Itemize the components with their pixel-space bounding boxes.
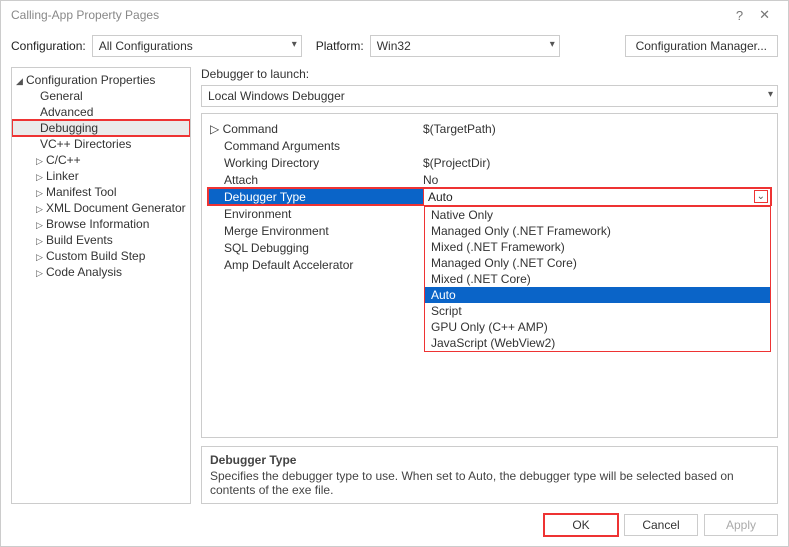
tree-item-xml-document-generator[interactable]: ▷XML Document Generator xyxy=(12,200,190,216)
description-title: Debugger Type xyxy=(210,453,769,467)
debugger-type-dropdown[interactable]: Native OnlyManaged Only (.NET Framework)… xyxy=(424,206,771,352)
prop-value: No xyxy=(423,173,771,187)
expand-icon[interactable]: ▷ xyxy=(36,252,46,263)
expand-icon[interactable]: ▷ xyxy=(36,220,46,231)
tree-root[interactable]: ◢Configuration Properties xyxy=(12,72,190,88)
platform-combo[interactable]: Win32 ▾ xyxy=(370,35,560,57)
expand-icon[interactable]: ▷ xyxy=(36,172,46,183)
platform-label: Platform: xyxy=(316,39,364,53)
prop-name: Working Directory xyxy=(208,156,423,170)
prop-name: Merge Environment xyxy=(208,224,423,238)
dropdown-option[interactable]: Native Only xyxy=(425,207,770,223)
prop-row-debugger-type[interactable]: Debugger TypeAuto⌄ xyxy=(208,188,771,205)
dropdown-option[interactable]: Mixed (.NET Core) xyxy=(425,271,770,287)
titlebar: Calling-App Property Pages ? ✕ xyxy=(1,1,788,29)
chevron-down-icon[interactable]: ⌄ xyxy=(754,190,768,203)
cancel-button[interactable]: Cancel xyxy=(624,514,698,536)
tree-item-build-events[interactable]: ▷Build Events xyxy=(12,232,190,248)
debugger-type-value-combo[interactable]: Auto⌄ xyxy=(423,188,771,206)
tree-item-general[interactable]: General xyxy=(12,88,190,104)
config-toolbar: Configuration: All Configurations ▾ Plat… xyxy=(1,29,788,67)
description-panel: Debugger Type Specifies the debugger typ… xyxy=(201,446,778,504)
expand-icon[interactable]: ▷ xyxy=(36,268,46,279)
ok-button[interactable]: OK xyxy=(544,514,618,536)
configuration-label: Configuration: xyxy=(11,39,86,53)
configuration-combo[interactable]: All Configurations ▾ xyxy=(92,35,302,57)
prop-name: Attach xyxy=(208,173,423,187)
expand-icon[interactable]: ▷ xyxy=(36,188,46,199)
expand-icon[interactable]: ▷ xyxy=(36,156,46,167)
prop-value: $(TargetPath) xyxy=(423,122,771,136)
category-tree[interactable]: ◢Configuration Properties GeneralAdvance… xyxy=(11,67,191,504)
prop-row-attach[interactable]: AttachNo xyxy=(208,171,771,188)
prop-name: Amp Default Accelerator xyxy=(208,258,423,272)
tree-item-linker[interactable]: ▷Linker xyxy=(12,168,190,184)
tree-item-custom-build-step[interactable]: ▷Custom Build Step xyxy=(12,248,190,264)
chevron-down-icon: ▾ xyxy=(768,89,773,100)
prop-name: Command Arguments xyxy=(208,139,423,153)
description-text: Specifies the debugger type to use. When… xyxy=(210,469,769,497)
dropdown-option[interactable]: Mixed (.NET Framework) xyxy=(425,239,770,255)
expand-icon[interactable]: ▷ xyxy=(36,236,46,247)
prop-name: SQL Debugging xyxy=(208,241,423,255)
collapse-icon[interactable]: ◢ xyxy=(16,76,26,87)
help-icon[interactable]: ? xyxy=(728,8,751,23)
dropdown-option[interactable]: Managed Only (.NET Core) xyxy=(425,255,770,271)
prop-name: Debugger Type xyxy=(208,190,423,204)
tree-item-debugging[interactable]: Debugging xyxy=(12,120,190,136)
debugger-launch-label: Debugger to launch: xyxy=(201,67,778,81)
dropdown-option[interactable]: Managed Only (.NET Framework) xyxy=(425,223,770,239)
tree-item-vc-directories[interactable]: VC++ Directories xyxy=(12,136,190,152)
prop-row-command-arguments[interactable]: Command Arguments xyxy=(208,137,771,154)
property-panel: Debugger to launch: Local Windows Debugg… xyxy=(201,67,778,504)
property-pages-window: Calling-App Property Pages ? ✕ Configura… xyxy=(0,0,789,547)
prop-name: ▷ Command xyxy=(208,122,423,136)
dropdown-option[interactable]: JavaScript (WebView2) xyxy=(425,335,770,351)
prop-row-command[interactable]: ▷ Command$(TargetPath) xyxy=(208,120,771,137)
tree-item-c-c-[interactable]: ▷C/C++ xyxy=(12,152,190,168)
dropdown-option[interactable]: GPU Only (C++ AMP) xyxy=(425,319,770,335)
debugger-launch-combo[interactable]: Local Windows Debugger ▾ xyxy=(201,85,778,107)
dropdown-option[interactable]: Auto xyxy=(425,287,770,303)
prop-name: Environment xyxy=(208,207,423,221)
chevron-down-icon: ▾ xyxy=(292,39,297,50)
chevron-down-icon: ▾ xyxy=(550,39,555,50)
prop-value: $(ProjectDir) xyxy=(423,156,771,170)
debugger-launch-value: Local Windows Debugger xyxy=(208,89,345,103)
apply-button[interactable]: Apply xyxy=(704,514,778,536)
close-icon[interactable]: ✕ xyxy=(751,7,778,23)
configuration-value: All Configurations xyxy=(99,39,193,53)
configuration-manager-button[interactable]: Configuration Manager... xyxy=(625,35,778,57)
property-grid: ▷ Command$(TargetPath)Command ArgumentsW… xyxy=(201,113,778,438)
dropdown-option[interactable]: Script xyxy=(425,303,770,319)
tree-item-browse-information[interactable]: ▷Browse Information xyxy=(12,216,190,232)
platform-value: Win32 xyxy=(377,39,411,53)
tree-item-advanced[interactable]: Advanced xyxy=(12,104,190,120)
window-title: Calling-App Property Pages xyxy=(11,8,728,22)
expand-icon[interactable]: ▷ xyxy=(36,204,46,215)
prop-row-working-directory[interactable]: Working Directory$(ProjectDir) xyxy=(208,154,771,171)
tree-item-code-analysis[interactable]: ▷Code Analysis xyxy=(12,264,190,280)
dialog-footer: OK Cancel Apply xyxy=(1,504,788,546)
tree-item-manifest-tool[interactable]: ▷Manifest Tool xyxy=(12,184,190,200)
